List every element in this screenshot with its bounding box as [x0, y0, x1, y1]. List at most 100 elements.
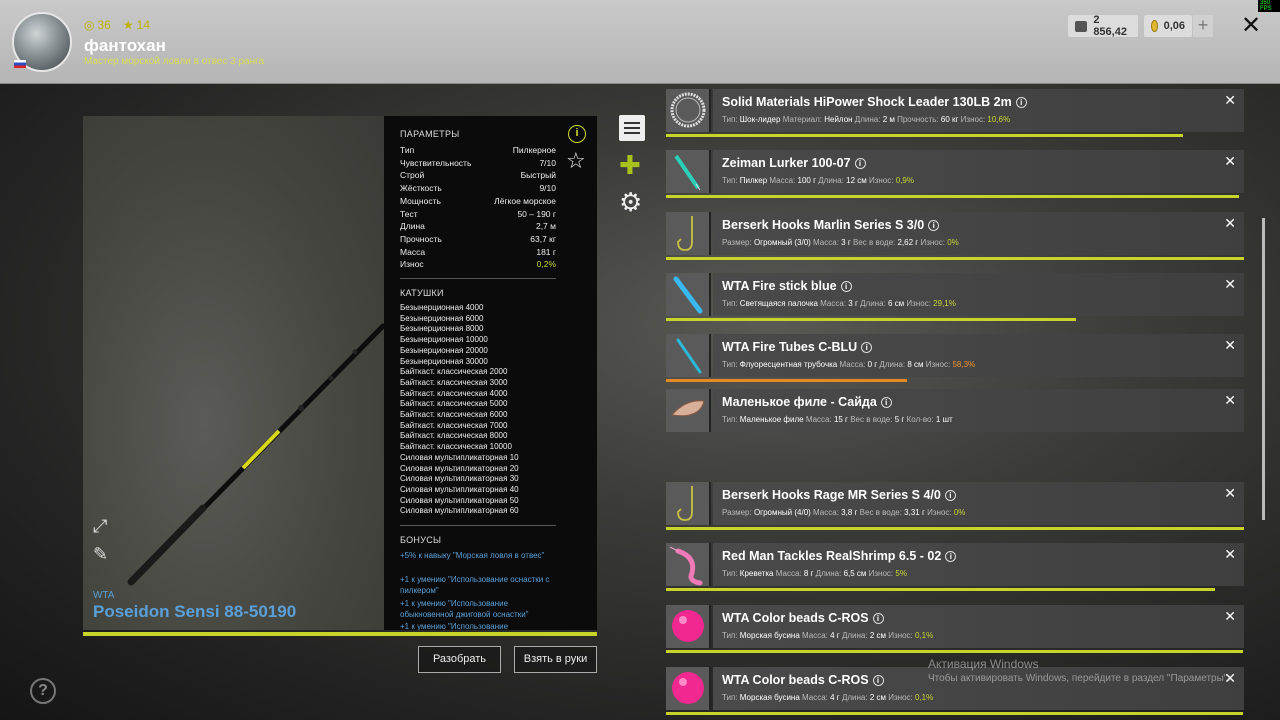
info-icon[interactable]: i: [928, 220, 940, 231]
tackle-item-body[interactable]: Маленькое филе - Сайда i Тип: Маленькое фи…: [713, 389, 1244, 432]
meta-label: Износ:: [888, 631, 913, 640]
close-icon[interactable]: ✕: [1224, 546, 1236, 563]
tackle-item[interactable]: Zeiman Lurker 100-07 i Тип: Пилкер Масса: …: [666, 150, 1244, 198]
meta-label: Тип:: [722, 176, 738, 185]
info-icon[interactable]: i: [872, 675, 884, 686]
take-in-hands-button[interactable]: Взять в руки: [514, 646, 597, 673]
info-icon[interactable]: i: [1015, 97, 1027, 108]
meta-value: 1 шт: [935, 415, 953, 424]
close-icon[interactable]: ✕: [1224, 608, 1236, 625]
info-icon[interactable]: i: [840, 281, 852, 292]
close-icon[interactable]: ✕: [1224, 276, 1236, 293]
tackle-item[interactable]: Маленькое филе - Сайда i Тип: Маленькое фи…: [666, 389, 1244, 432]
activation-text: Чтобы активировать Windows, перейдите в …: [928, 673, 1231, 684]
info-icon[interactable]: i: [861, 342, 873, 353]
reel-item: Байткаст. классическая 5000: [400, 399, 508, 409]
info-icon[interactable]: i: [880, 397, 892, 408]
tackle-item[interactable]: Berserk Hooks Marlin Series S 3/0 i Размер…: [666, 212, 1244, 260]
reel-item: Байткаст. классическая 2000: [400, 367, 508, 377]
tackle-item-meta: Тип: Маленькое филе Масса: 15 г Вес в во…: [722, 415, 953, 424]
tackle-item-meta: Размер: Огромный (3/0) Масса: 3 г Вес в …: [722, 238, 959, 247]
param-value: 50 – 190 г: [517, 208, 556, 219]
param-label: Жёсткость: [400, 183, 442, 194]
help-icon[interactable]: ?: [30, 678, 56, 704]
tackle-list[interactable]: Solid Materials HiPower Shock Leader 130…: [666, 0, 1244, 720]
info-icon[interactable]: i: [872, 613, 884, 624]
meta-value: 8 см: [907, 360, 924, 369]
meta-label: Тип:: [722, 569, 738, 578]
close-icon[interactable]: ✕: [1224, 337, 1236, 354]
pencil-icon[interactable]: ✎: [93, 544, 108, 565]
param-row: Строй Быстрый: [400, 170, 556, 180]
level-icon: ◎: [84, 18, 95, 32]
close-icon[interactable]: ✕: [1224, 485, 1236, 502]
param-row: Прочность 63,7 кг: [400, 234, 556, 244]
param-value: Лёгкое морское: [494, 195, 556, 206]
close-icon[interactable]: ✕: [1241, 14, 1261, 38]
tackle-item-body[interactable]: Solid Materials HiPower Shock Leader 130…: [713, 89, 1244, 132]
tackle-item[interactable]: Solid Materials HiPower Shock Leader 130…: [666, 89, 1244, 137]
tackle-item-name: Berserk Hooks Marlin Series S 3/0: [722, 218, 925, 232]
bonus-item: +1 к умению "Использование обыкновенной …: [400, 599, 529, 619]
meta-label: Износ:: [869, 176, 894, 185]
fps-counter: 350 FPS: [1258, 0, 1280, 12]
rod-params-panel[interactable]: ПАРАМЕТРЫ Тип Пилкерное Чувствительность 7/…: [384, 116, 597, 630]
meta-value: Светящаяся палочка: [739, 299, 818, 308]
close-icon[interactable]: ✕: [1224, 92, 1236, 109]
gear-icon[interactable]: ⚙: [619, 189, 645, 215]
star-icon[interactable]: ☆: [566, 150, 586, 172]
param-value: 9/10: [539, 183, 556, 194]
tackle-item[interactable]: WTA Fire stick blue i Тип: Светящаяся пало…: [666, 273, 1244, 321]
meta-label: Масса:: [802, 693, 828, 702]
close-icon[interactable]: ✕: [1224, 153, 1236, 170]
tackle-item-body[interactable]: Berserk Hooks Rage MR Series S 4/0 i Разме…: [713, 482, 1244, 525]
reels-header: КАТУШКИ: [400, 288, 444, 298]
reel-item: Байткаст. классическая 6000: [400, 410, 508, 419]
divider: [400, 525, 556, 526]
rod-preview[interactable]: ⤢ ✎ WTA Poseidon Sensi 88-50190: [83, 116, 384, 630]
tackle-item-meta: Тип: Морская бусина Масса: 4 г Длина: 2 …: [722, 693, 933, 702]
info-icon[interactable]: i: [944, 490, 956, 501]
meta-label: Масса:: [813, 238, 839, 247]
meta-value: 0%: [947, 238, 959, 247]
tackle-item-body[interactable]: WTA Color beads C-ROS i Тип: Морская бусин…: [713, 605, 1244, 648]
coil-thumbnail: [666, 89, 711, 132]
tackle-item[interactable]: WTA Fire Tubes C-BLU i Тип: Флуоресцентная…: [666, 334, 1244, 382]
params-header: ПАРАМЕТРЫ: [400, 129, 460, 139]
meta-label: Длина:: [854, 115, 881, 124]
tackle-item-title: Solid Materials HiPower Shock Leader 130…: [722, 95, 1027, 109]
tackle-item-name: Zeiman Lurker 100-07: [722, 156, 851, 170]
info-icon[interactable]: i: [854, 158, 866, 169]
durability-fill: [666, 650, 1244, 653]
close-icon[interactable]: ✕: [1224, 215, 1236, 232]
info-icon[interactable]: i: [568, 125, 586, 143]
tackle-item-body[interactable]: Zeiman Lurker 100-07 i Тип: Пилкер Масса: …: [713, 150, 1244, 193]
tackle-item-meta: Тип: Морская бусина Масса: 4 г Длина: 2 …: [722, 631, 933, 640]
tackle-item-body[interactable]: WTA Fire Tubes C-BLU i Тип: Флуоресцентная…: [713, 334, 1244, 377]
param-row: Чувствительность 7/10: [400, 158, 556, 168]
disassemble-button[interactable]: Разобрать: [418, 646, 501, 673]
close-icon[interactable]: ✕: [1224, 392, 1236, 409]
meta-value: Маленькое филе: [739, 415, 804, 424]
rod-brand: WTA: [93, 590, 115, 601]
reel-item: Силовая мультипликаторная 50: [400, 495, 519, 505]
param-row: Масса 181 г: [400, 247, 556, 257]
scrollbar[interactable]: [1262, 218, 1265, 520]
shrimp-thumbnail: [666, 543, 711, 586]
tackle-item-title: Red Man Tackles RealShrimp 6.5 - 02 i: [722, 549, 957, 563]
puzzle-icon[interactable]: ✚: [619, 152, 645, 178]
tackle-item-meta: Тип: Креветка Масса: 8 г Длина: 6,5 см И…: [722, 569, 907, 578]
tackle-item-body[interactable]: Berserk Hooks Marlin Series S 3/0 i Размер…: [713, 212, 1244, 255]
tackle-item[interactable]: Red Man Tackles RealShrimp 6.5 - 02 i Тип:…: [666, 543, 1244, 591]
param-value: 181 г: [536, 246, 556, 257]
info-icon[interactable]: i: [945, 551, 957, 562]
document-icon[interactable]: [619, 115, 645, 141]
rod-name: Poseidon Sensi 88-50190: [93, 602, 297, 621]
param-label: Тест: [400, 208, 418, 219]
param-label: Износ: [400, 259, 424, 270]
tackle-item-body[interactable]: WTA Fire stick blue i Тип: Светящаяся пало…: [713, 273, 1244, 316]
tackle-item[interactable]: WTA Color beads C-ROS i Тип: Морская бусин…: [666, 605, 1244, 653]
tackle-item-body[interactable]: Red Man Tackles RealShrimp 6.5 - 02 i Тип:…: [713, 543, 1244, 586]
tackle-item[interactable]: Berserk Hooks Rage MR Series S 4/0 i Разме…: [666, 482, 1244, 530]
expand-icon[interactable]: ⤢: [93, 516, 107, 537]
